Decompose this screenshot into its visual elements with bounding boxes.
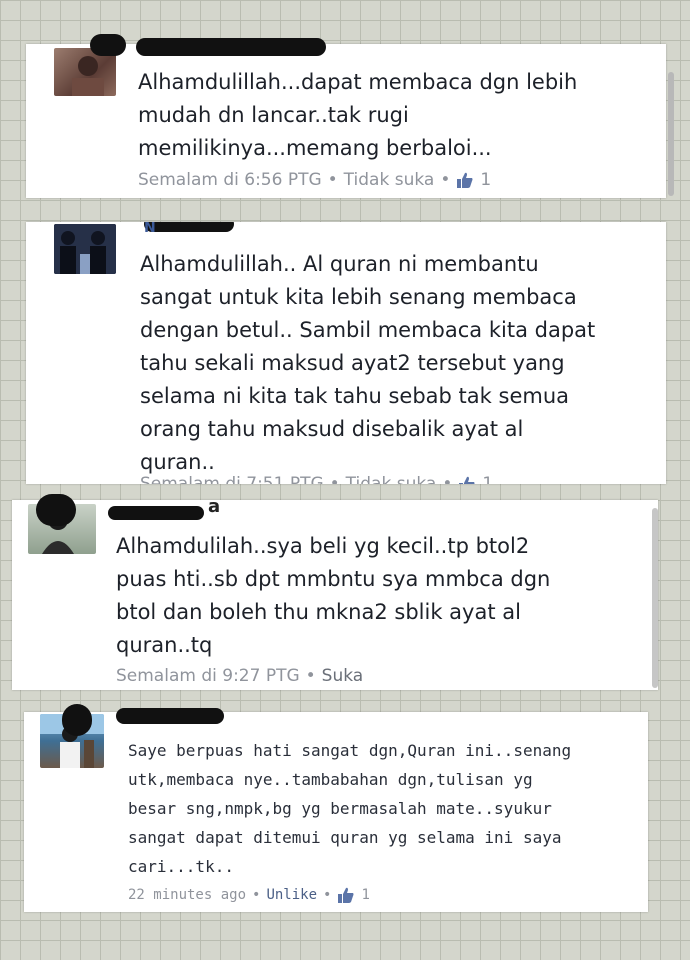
redacted-name <box>144 222 234 232</box>
like-toggle-link[interactable]: Tidak suka <box>344 170 435 190</box>
comment-text: Saye berpuas hati sangat dgn,Quran ini..… <box>128 741 572 876</box>
avatar[interactable] <box>54 224 116 274</box>
timestamp[interactable]: Semalam di 7:51 PTG <box>140 474 324 484</box>
redacted-name <box>108 506 204 520</box>
like-count[interactable]: 1 <box>361 887 369 903</box>
separator: • <box>305 666 316 686</box>
scrollbar[interactable] <box>652 508 658 688</box>
timestamp[interactable]: Semalam di 9:27 PTG <box>116 666 300 686</box>
commenter-name[interactable]: a <box>208 496 220 517</box>
timestamp[interactable]: Semalam di 6:56 PTG <box>138 170 322 190</box>
separator: • <box>440 170 451 190</box>
separator: • <box>329 474 340 484</box>
comment-meta: Semalam di 7:51 PTG • Tidak suka • 1 <box>140 474 493 484</box>
like-count[interactable]: 1 <box>482 474 493 484</box>
comment-card: Alhamdulillah...dapat membaca dgn lebih … <box>26 34 674 198</box>
thumbs-up-icon[interactable] <box>456 171 474 189</box>
redacted-avatar-mark <box>36 494 76 526</box>
comment-card: a Alhamdulilah..sya beli yg kecil..tp bt… <box>12 494 658 690</box>
comment-text: Alhamdulilah..sya beli yg kecil..tp btol… <box>116 534 551 657</box>
redacted-name <box>136 38 326 56</box>
comment-meta: Semalam di 6:56 PTG • Tidak suka • 1 <box>138 170 491 190</box>
comment-meta: Semalam di 9:27 PTG • Suka <box>116 666 363 686</box>
separator: • <box>323 887 332 903</box>
comment-card: Saye berpuas hati sangat dgn,Quran ini..… <box>24 704 648 912</box>
user-photo-icon <box>54 224 116 274</box>
comment-text: Alhamdulillah...dapat membaca dgn lebih … <box>138 70 578 160</box>
comment-card: N Alhamdulillah.. Al quran ni membantu s… <box>26 222 666 484</box>
redacted-name <box>116 708 224 724</box>
thumbs-up-icon[interactable] <box>337 886 355 904</box>
scrollbar[interactable] <box>668 72 674 196</box>
unlike-link[interactable]: Unlike <box>266 887 317 903</box>
redacted-avatar-mark <box>62 704 92 736</box>
like-count[interactable]: 1 <box>480 170 491 190</box>
like-toggle-link[interactable]: Tidak suka <box>346 474 437 484</box>
timestamp[interactable]: 22 minutes ago <box>128 887 246 903</box>
separator: • <box>327 170 338 190</box>
like-toggle-link[interactable]: Suka <box>322 666 364 686</box>
separator: • <box>442 474 453 484</box>
separator: • <box>252 887 261 903</box>
commenter-name[interactable]: N <box>144 222 156 236</box>
thumbs-up-icon[interactable] <box>458 475 476 484</box>
comment-text: Alhamdulillah.. Al quran ni membantu san… <box>140 252 596 474</box>
redacted-avatar-mark <box>90 34 126 56</box>
comment-meta: 22 minutes ago • Unlike • 1 <box>128 886 370 904</box>
